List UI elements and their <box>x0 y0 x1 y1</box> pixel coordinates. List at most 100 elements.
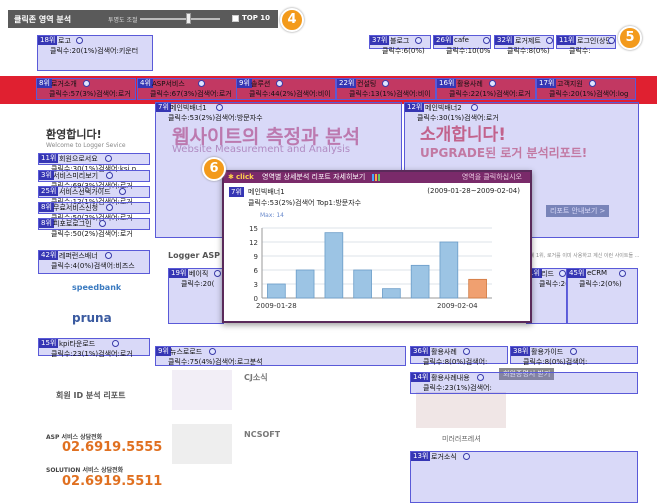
zoom-icon[interactable] <box>105 155 112 162</box>
click-zone[interactable]: 16위 활용사례 클릭수:22(1%)검색어:로거 <box>436 78 536 100</box>
click-zone[interactable]: 19위 베이직 클릭수:20( <box>168 268 224 324</box>
click-zone[interactable]: 42위 레퍼런스배너 클릭수:4(0%)검색어:비즈스 <box>38 250 150 274</box>
zone-rank-tag: 18위 <box>38 36 58 45</box>
zoom-icon[interactable] <box>83 80 90 87</box>
zoom-icon[interactable] <box>477 374 484 381</box>
zoom-icon[interactable] <box>209 348 216 355</box>
popup-max-label: Max: 14 <box>260 212 284 219</box>
zone-stat: 클릭수:57(3%)검색어:로거 <box>49 90 131 98</box>
click-zone[interactable]: 13위 로거소식 <box>410 451 638 503</box>
zone-name: 로거제트 <box>515 37 541 45</box>
zoom-icon[interactable] <box>415 37 422 44</box>
click-zone[interactable]: 25위 서비스선택가이드 클릭수:12(1%)검색어:로거 <box>38 186 150 206</box>
x-tick-label: 2009-01-28 <box>256 302 297 310</box>
zoom-icon[interactable] <box>198 80 205 87</box>
opacity-slider-handle[interactable] <box>186 13 191 24</box>
click-zone[interactable]: 22위 컨설팅 클릭수:13(1%)검색어:비이 <box>336 78 436 100</box>
zoom-icon[interactable] <box>483 37 490 44</box>
click-zone[interactable]: 9위 솔루션 클릭수:44(2%)검색어:비이 <box>236 78 336 100</box>
case-image <box>416 392 506 428</box>
zone-rank-tag: 22위 <box>337 79 357 88</box>
zoom-icon[interactable] <box>471 104 478 111</box>
zone-name: 활용사례 <box>431 348 457 356</box>
zone-rank-tag: 7위 <box>156 103 171 112</box>
zone-rank-tag: 4위 <box>138 79 153 88</box>
zoom-icon[interactable] <box>105 252 112 259</box>
zone-name: 리드 <box>541 270 554 278</box>
click-zone[interactable]: 36위 활용사례 클릭수:8(0%)검색어: <box>410 346 508 366</box>
zoom-icon[interactable] <box>106 172 113 179</box>
zoom-icon[interactable] <box>112 340 119 347</box>
click-zone[interactable]: 15위 kpi타운로드 클릭수:23(1%)검색어:로거 <box>38 338 150 358</box>
click-zone[interactable]: 32위 로거제트 클릭수:8(0%) <box>494 35 554 55</box>
zoom-icon[interactable] <box>546 37 553 44</box>
zone-stat: 클릭수:4(0%)검색어:비즈스 <box>51 262 135 270</box>
x-tick-label: 2009-02-04 <box>437 302 478 310</box>
zone-rank-tag: 8위 <box>37 79 52 88</box>
bar <box>295 269 315 299</box>
click-zone[interactable]: 8위 무료서비스신청 클릭수:50(2%)검색어:로거 <box>38 202 150 222</box>
zoom-icon[interactable] <box>99 220 106 227</box>
toolbar-title: 클릭존 영역 분석 <box>14 15 72 24</box>
zoom-icon[interactable] <box>119 188 126 195</box>
click-trend-chart: 036912152009-01-28 2009-02-04 <box>249 225 492 310</box>
solution-consult-label: SOLUTION 서비스 상담전화 <box>46 467 124 474</box>
zoom-icon[interactable] <box>76 37 83 44</box>
click-zone[interactable]: 9위 뉴스로로드 클릭수:75(4%)검색어:로그분석 <box>155 346 406 366</box>
zone-name: 피포로로그인 <box>53 220 92 228</box>
click-zone[interactable]: 4위 ASP서비스 클릭수:67(3%)검색어:로거 <box>137 78 237 100</box>
zone-name: 뉴스로로드 <box>170 348 203 356</box>
opacity-label: 투명도 조절 <box>108 17 138 24</box>
click-zone[interactable]: 17위 고객지원 클릭수:20(1%)검색어:log <box>536 78 636 100</box>
zoom-icon[interactable] <box>214 270 221 277</box>
click-zone[interactable]: 37위 블로그 클릭수:6(0%) <box>369 35 431 55</box>
zone-stat: 클릭수:30(1%)검색어:로거 <box>417 114 499 122</box>
zone-name: 로거소개 <box>51 80 77 88</box>
y-tick-label: 3 <box>254 281 258 289</box>
click-zone[interactable]: 18위 로고 클릭수:20(1%)검색어:키운터 <box>37 35 153 71</box>
popup-bar-title[interactable]: 영역별 상세분석 리포트 자세히보기 <box>262 172 365 183</box>
zoom-icon[interactable] <box>489 80 496 87</box>
click-zone[interactable]: 8위 로거소개클릭수:57(3%)검색어:로거 <box>36 78 136 100</box>
click-zone[interactable]: 3위 서비스미리보기 클릭수:69(3%)검색어:로거 <box>38 170 150 190</box>
zone-rank-tag: 12위 <box>405 103 425 112</box>
zone-stat: 클릭수:53(2%)검색어:방문자수 <box>168 114 263 122</box>
zoom-icon[interactable] <box>106 204 113 211</box>
zone-stat: 클릭수:2(0%) <box>579 280 622 288</box>
zone-rank-tag: 42위 <box>39 251 59 260</box>
zone-rank-tag: 17위 <box>537 79 557 88</box>
zoom-icon[interactable] <box>619 270 626 277</box>
zoom-icon[interactable] <box>463 348 470 355</box>
callout-5: 5 <box>618 26 642 50</box>
click-zone[interactable]: 11위 로그인(상단) 클릭수: <box>556 35 616 55</box>
zone-name: kpi타운로드 <box>59 340 96 348</box>
zoom-icon[interactable] <box>589 80 596 87</box>
zone-rank-tag: 3위 <box>39 171 54 180</box>
top10-checkbox[interactable] <box>232 15 239 22</box>
zone-rank-tag: 11위 <box>39 154 59 163</box>
click-zone[interactable]: 8위 피포로로그인 클릭수:50(2%)검색어:로거 <box>38 218 150 238</box>
zone-stat: 클릭수:20( <box>181 280 215 288</box>
zoom-icon[interactable] <box>276 80 283 87</box>
zoom-icon[interactable] <box>608 37 615 44</box>
click-zone[interactable]: 14위 활용사례내용 클릭수:23(1%)검색어: <box>410 372 638 394</box>
zoom-icon[interactable] <box>216 104 223 111</box>
callout-6: 6 <box>202 157 226 181</box>
click-zone[interactable]: 1위리드클릭수:2(0%)검 <box>526 268 568 324</box>
zone-rank-tag: 32위 <box>495 36 515 45</box>
zoom-icon[interactable] <box>463 453 470 460</box>
zone-stat: 클릭수:10(0%) <box>446 47 490 55</box>
click-zone[interactable]: 11위 회원으로서요 클릭수:30(1%)검색어:ksi.n <box>38 153 150 173</box>
popup-title-bar[interactable]: ✱ click 영역별 상세분석 리포트 자세히보기 영역을 클릭하십시오 <box>224 172 530 183</box>
opacity-slider-track[interactable] <box>140 18 220 20</box>
zoom-icon[interactable] <box>382 80 389 87</box>
zone-name: 활용가이드 <box>531 348 564 356</box>
member-id-report[interactable]: 회원 ID 분석 리포트 <box>56 390 126 401</box>
click-zone[interactable]: 45위 eCRM 클릭수:2(0%) <box>566 268 638 324</box>
zone-name: 서비스미리보기 <box>53 172 99 180</box>
zoom-icon[interactable] <box>559 270 566 277</box>
bar <box>468 278 487 299</box>
click-zone[interactable]: 26위 cafe 클릭수:10(0%) <box>433 35 491 55</box>
zoom-icon[interactable] <box>570 348 577 355</box>
click-zone[interactable]: 38위 활용가이드 클릭수:8(0%)검색어: <box>510 346 638 366</box>
